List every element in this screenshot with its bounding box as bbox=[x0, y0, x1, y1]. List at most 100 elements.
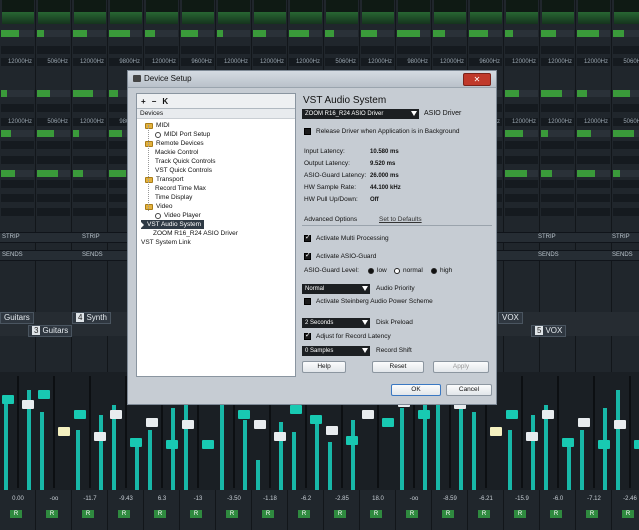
eq-parameter-field[interactable]: 12000Hz bbox=[361, 58, 394, 66]
eq-parameter-field[interactable] bbox=[577, 194, 610, 202]
fader-handle[interactable] bbox=[542, 410, 554, 419]
read-automation-button[interactable]: R bbox=[334, 510, 346, 518]
eq-parameter-field[interactable]: 12000Hz bbox=[217, 58, 250, 66]
eq-gain-knob[interactable] bbox=[37, 130, 70, 137]
fader-handle[interactable] bbox=[254, 420, 266, 429]
eq-parameter-field[interactable] bbox=[361, 46, 394, 54]
eq-parameter-field[interactable]: 12000Hz bbox=[541, 118, 574, 126]
eq-parameter-field[interactable]: 5060Hz bbox=[613, 118, 639, 126]
read-automation-button[interactable]: R bbox=[514, 510, 526, 518]
apply-button[interactable]: Apply bbox=[433, 361, 489, 373]
eq-parameter-field[interactable] bbox=[613, 156, 639, 164]
read-automation-button[interactable]: R bbox=[154, 510, 166, 518]
eq-parameter-field[interactable]: 12000Hz bbox=[505, 58, 538, 66]
tree-item[interactable]: VST Quick Controls bbox=[155, 166, 212, 175]
fader-handle[interactable] bbox=[598, 440, 610, 449]
eq-parameter-field[interactable] bbox=[73, 104, 106, 112]
tree-item[interactable]: Video Player bbox=[155, 211, 201, 220]
reset-device-button[interactable]: K bbox=[162, 97, 168, 106]
tree-item[interactable]: Remote Devices bbox=[145, 139, 204, 148]
fader-handle[interactable] bbox=[238, 410, 250, 419]
release-driver-checkbox[interactable]: Release Driver when Application is in Ba… bbox=[304, 128, 459, 135]
eq-parameter-field[interactable] bbox=[577, 104, 610, 112]
eq-gain-knob[interactable] bbox=[541, 30, 574, 37]
eq-parameter-field[interactable] bbox=[73, 141, 106, 149]
eq-parameter-field[interactable]: 12000Hz bbox=[577, 118, 610, 126]
eq-parameter-field[interactable] bbox=[541, 208, 574, 216]
read-automation-button[interactable]: R bbox=[622, 510, 634, 518]
eq-parameter-field[interactable] bbox=[325, 46, 358, 54]
multi-processing-checkbox[interactable]: Activate Multi Processing bbox=[304, 233, 389, 242]
fader-handle[interactable] bbox=[326, 426, 338, 435]
eq-parameter-field[interactable]: 5060Hz bbox=[613, 58, 639, 66]
tree-item[interactable]: Video bbox=[145, 202, 173, 211]
eq-gain-knob[interactable] bbox=[541, 170, 574, 177]
fader-handle[interactable] bbox=[290, 405, 302, 414]
eq-parameter-field[interactable] bbox=[1, 104, 34, 112]
eq-gain-knob[interactable] bbox=[37, 30, 70, 37]
eq-parameter-field[interactable] bbox=[1, 194, 34, 202]
power-scheme-checkbox[interactable]: Activate Steinberg Audio Power Scheme bbox=[304, 298, 433, 305]
fader-handle[interactable] bbox=[490, 427, 502, 436]
eq-parameter-field[interactable] bbox=[613, 141, 639, 149]
fader-handle[interactable] bbox=[94, 432, 106, 441]
eq-gain-knob[interactable] bbox=[505, 90, 538, 97]
dialog-titlebar[interactable]: Device Setup ✕ bbox=[128, 71, 496, 88]
eq-gain-knob[interactable] bbox=[1, 90, 34, 97]
eq-gain-knob[interactable] bbox=[361, 30, 394, 37]
tree-item[interactable]: Mackie Control bbox=[155, 148, 198, 157]
read-automation-button[interactable]: R bbox=[190, 510, 202, 518]
eq-parameter-field[interactable]: 5060Hz bbox=[325, 58, 358, 66]
eq-gain-knob[interactable] bbox=[1, 130, 34, 137]
level-normal-radio[interactable]: normal bbox=[394, 267, 423, 274]
fader-track[interactable] bbox=[53, 376, 55, 488]
eq-gain-knob[interactable] bbox=[505, 170, 538, 177]
cancel-button[interactable]: Cancel bbox=[446, 384, 492, 396]
read-automation-button[interactable]: R bbox=[10, 510, 22, 518]
eq-parameter-field[interactable] bbox=[505, 104, 538, 112]
read-automation-button[interactable]: R bbox=[442, 510, 454, 518]
eq-parameter-field[interactable] bbox=[145, 46, 178, 54]
fader-handle[interactable] bbox=[38, 390, 50, 399]
eq-parameter-field[interactable] bbox=[505, 194, 538, 202]
read-automation-button[interactable]: R bbox=[370, 510, 382, 518]
fader-handle[interactable] bbox=[310, 415, 322, 424]
eq-parameter-field[interactable] bbox=[433, 46, 466, 54]
eq-parameter-field[interactable]: 12000Hz bbox=[505, 118, 538, 126]
eq-parameter-field[interactable] bbox=[505, 180, 538, 188]
fader-handle[interactable] bbox=[634, 440, 639, 449]
read-automation-button[interactable]: R bbox=[226, 510, 238, 518]
audio-priority-select[interactable]: Normal bbox=[302, 284, 370, 294]
eq-gain-knob[interactable] bbox=[73, 30, 106, 37]
eq-parameter-field[interactable]: 12000Hz bbox=[1, 58, 34, 66]
eq-gain-knob[interactable] bbox=[505, 130, 538, 137]
eq-gain-knob[interactable] bbox=[289, 30, 322, 37]
tree-item[interactable]: Record Time Max bbox=[155, 184, 206, 193]
track-tab-guitars-left[interactable]: Guitars bbox=[0, 312, 34, 324]
fader-handle[interactable] bbox=[2, 395, 14, 404]
record-shift-stepper[interactable]: 0 Samples bbox=[302, 346, 370, 356]
eq-gain-knob[interactable] bbox=[577, 170, 610, 177]
eq-parameter-field[interactable] bbox=[37, 194, 70, 202]
tree-item[interactable]: Time Display bbox=[155, 193, 192, 202]
eq-parameter-field[interactable] bbox=[1, 141, 34, 149]
eq-parameter-field[interactable] bbox=[1, 180, 34, 188]
eq-parameter-field[interactable]: 12000Hz bbox=[289, 58, 322, 66]
fader-handle[interactable] bbox=[166, 440, 178, 449]
fader-handle[interactable] bbox=[110, 410, 122, 419]
eq-parameter-field[interactable]: 9800Hz bbox=[109, 58, 142, 66]
eq-gain-knob[interactable] bbox=[217, 30, 250, 37]
eq-parameter-field[interactable]: 5060Hz bbox=[37, 118, 70, 126]
eq-parameter-field[interactable] bbox=[73, 156, 106, 164]
tree-item[interactable]: Track Quick Controls bbox=[155, 157, 215, 166]
eq-parameter-field[interactable] bbox=[505, 208, 538, 216]
eq-parameter-field[interactable] bbox=[613, 104, 639, 112]
track-tab-vox-top[interactable]: VOX bbox=[498, 312, 523, 324]
eq-parameter-field[interactable] bbox=[397, 46, 430, 54]
adjust-record-latency-checkbox[interactable]: Adjust for Record Latency bbox=[304, 331, 391, 340]
eq-parameter-field[interactable]: 12000Hz bbox=[253, 58, 286, 66]
eq-parameter-field[interactable]: 9600Hz bbox=[469, 58, 502, 66]
fader-handle[interactable] bbox=[274, 432, 286, 441]
eq-gain-knob[interactable] bbox=[181, 30, 214, 37]
eq-parameter-field[interactable] bbox=[577, 46, 610, 54]
